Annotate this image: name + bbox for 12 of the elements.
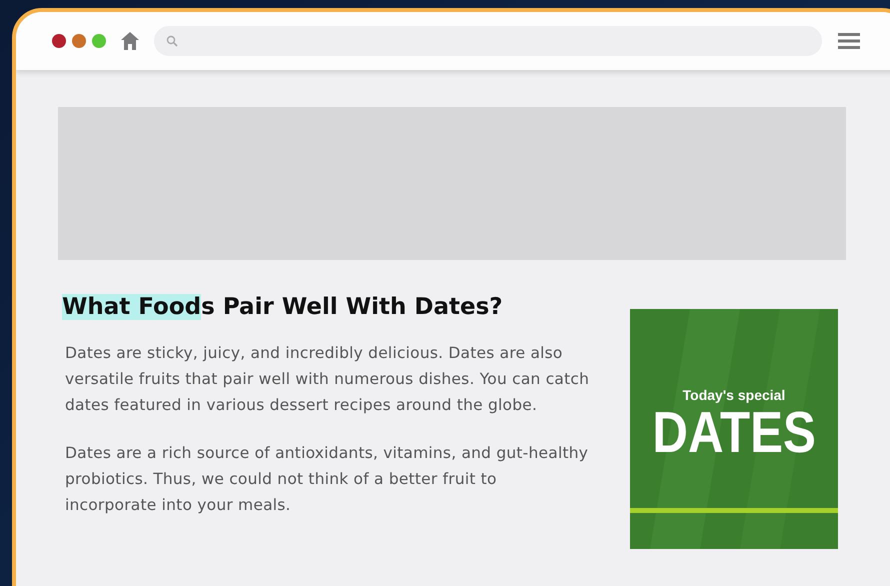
home-icon[interactable] (120, 31, 140, 51)
close-icon[interactable] (52, 34, 66, 48)
maximize-icon[interactable] (92, 34, 106, 48)
minimize-icon[interactable] (72, 34, 86, 48)
promo-subtitle: Today's special (682, 387, 786, 403)
article-heading: What Foods Pair Well With Dates? (62, 294, 504, 320)
search-icon (166, 35, 178, 47)
search-field[interactable] (154, 26, 822, 56)
article-paragraph: Dates are sticky, juicy, and incredibly delicious. Dates are also versatile fruits that pair well with numerous dishes. You can catch dates featured in various dessert recipes around the globe. (65, 343, 590, 416)
article-paragraph: Dates are a rich source of antioxidants, vitamins, and gut-healthy probiotics. Thus, we could not think of a better fruit to incorporate into your meals. (65, 443, 590, 516)
menu-icon[interactable] (838, 32, 860, 50)
promo-title: DATES (652, 403, 816, 463)
